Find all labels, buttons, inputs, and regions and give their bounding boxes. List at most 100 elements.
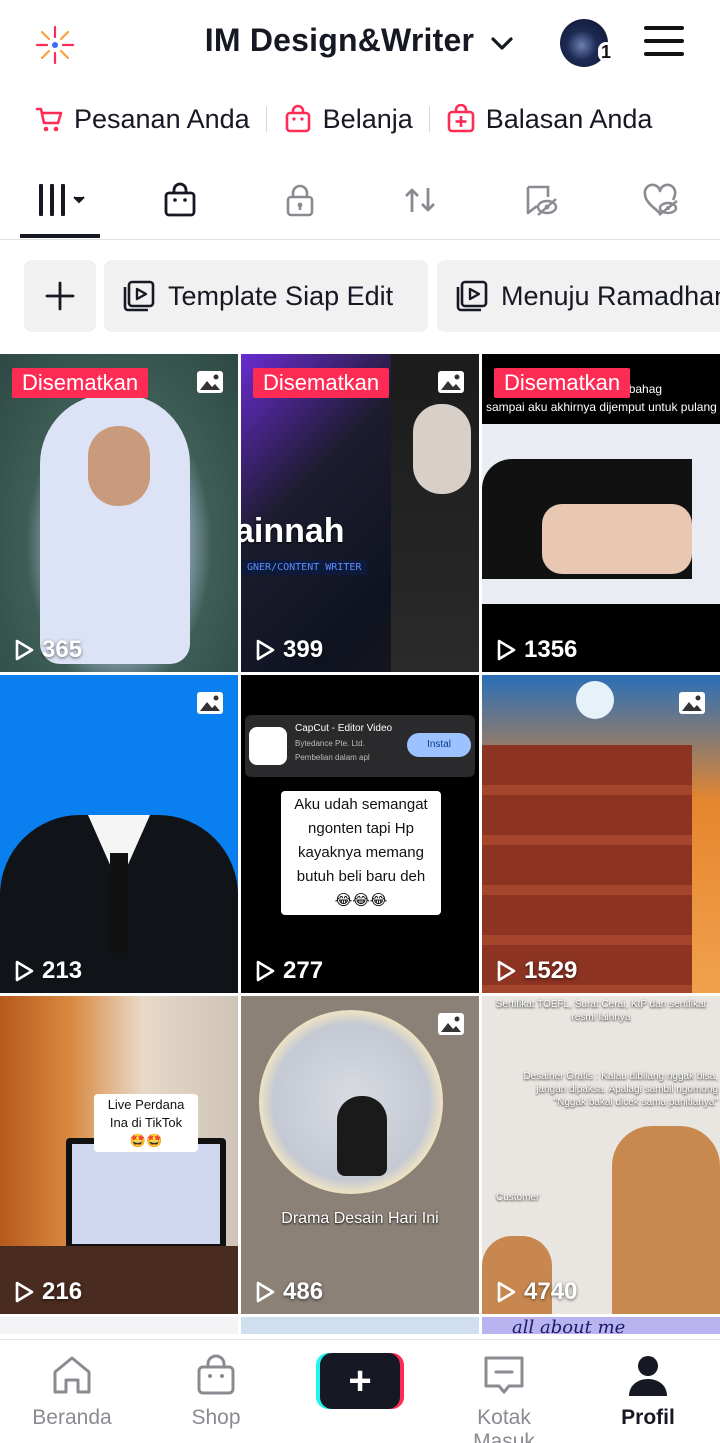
- nav-label: Beranda: [32, 1406, 112, 1429]
- play-icon: [256, 639, 275, 661]
- playlist-icon: [456, 280, 488, 312]
- shop-icon: [197, 1354, 235, 1395]
- inbox-icon: [484, 1356, 524, 1394]
- view-count: 1529: [494, 957, 577, 985]
- playlist-label: Menuju Ramadhan: [501, 280, 720, 311]
- playlist-icon: [123, 280, 155, 312]
- play-icon: [497, 1281, 516, 1303]
- view-count: 213: [12, 957, 82, 985]
- video-thumbnail[interactable]: Disematkan 365: [0, 354, 238, 672]
- quick-links-bar: Pesanan Anda Belanja Balasan Anda: [0, 96, 720, 142]
- thumbnail-moon: [576, 681, 614, 719]
- account-name: IM Design&Writer: [204, 22, 475, 58]
- video-thumbnail[interactable]: Sertifikat TOEFL, Surat Cerai, KtP dan s…: [482, 996, 720, 1314]
- chevron-down-icon: [491, 36, 513, 50]
- photo-icon: [679, 692, 705, 714]
- add-playlist-button[interactable]: [24, 260, 96, 332]
- play-icon: [256, 1281, 275, 1303]
- video-thumbnail[interactable]: [0, 1317, 238, 1334]
- video-grid: Disematkan 365 ainnah GNER/CONTENT WRITE…: [0, 354, 720, 1334]
- nav-label: Profil: [621, 1406, 675, 1429]
- video-thumbnail[interactable]: berakhir bahag sampai aku akhirnya dijem…: [482, 354, 720, 672]
- thumbnail-caption: Drama Desain Hari Ini: [281, 1210, 439, 1227]
- photo-icon: [438, 1013, 464, 1035]
- playlist-label: Template Siap Edit: [168, 280, 394, 311]
- nav-home[interactable]: Beranda: [12, 1352, 132, 1430]
- hamburger-menu-icon[interactable]: [644, 26, 684, 60]
- app-developer: Bytedance Pte. Ltd.: [295, 739, 365, 748]
- home-icon: [53, 1356, 91, 1394]
- divider: [265, 106, 267, 132]
- playlist-chips: Template Siap Edit Menuju Ramadhan: [0, 260, 720, 332]
- tab-private[interactable]: [270, 180, 330, 220]
- view-count: 486: [253, 1278, 323, 1306]
- view-count: 399: [253, 636, 323, 664]
- thumbnail-subtitle: GNER/CONTENT WRITER: [241, 560, 368, 575]
- create-button[interactable]: +: [316, 1353, 404, 1409]
- thumbnail-title: ainnah: [241, 512, 345, 550]
- shopping-bag-icon: [285, 104, 310, 133]
- thumbnail-caption: sampai aku akhirnya dijemput untuk pulan…: [486, 400, 717, 414]
- thumbnail-caption: Customer: [496, 1192, 540, 1203]
- play-icon: [15, 960, 34, 982]
- quick-link-label: Pesanan Anda: [74, 103, 250, 134]
- playlist-chip[interactable]: Template Siap Edit: [104, 260, 428, 332]
- video-thumbnail[interactable]: all about me: [482, 1317, 720, 1334]
- notification-count-badge: 1: [598, 42, 615, 62]
- tab-shop[interactable]: [150, 180, 210, 220]
- thumbnail-tie: [110, 853, 128, 953]
- liked-icon: [643, 183, 678, 216]
- thumbnail-caption: Aku udah semangat ngonten tapi Hp kayakn…: [281, 791, 441, 915]
- video-thumbnail[interactable]: Drama Desain Hari Ini 486: [241, 996, 479, 1314]
- profile-icon: [629, 1356, 667, 1396]
- install-button: Instal: [407, 733, 471, 757]
- nav-inbox[interactable]: Kotak Masuk: [444, 1352, 564, 1443]
- add-reply-icon: [447, 104, 475, 133]
- playlist-chip[interactable]: Menuju Ramadhan: [437, 260, 720, 332]
- pinned-badge: Disematkan: [12, 368, 149, 398]
- video-thumbnail[interactable]: [241, 1317, 479, 1334]
- nav-label: Kotak Masuk: [473, 1406, 535, 1443]
- lock-icon: [286, 184, 314, 217]
- photo-icon: [197, 371, 223, 393]
- view-count: 216: [12, 1278, 82, 1306]
- divider: [428, 106, 430, 132]
- view-count: 277: [253, 957, 323, 985]
- nav-profile[interactable]: Profil: [588, 1352, 708, 1430]
- quick-link-orders[interactable]: Pesanan Anda: [34, 104, 250, 135]
- top-bar: IM Design&Writer 1: [0, 0, 720, 88]
- play-icon: [256, 960, 275, 982]
- quick-link-shopping[interactable]: Belanja: [283, 104, 413, 135]
- grid-icon: [39, 184, 85, 216]
- thumbnail-caption: all about me: [512, 1317, 626, 1334]
- app-store-card: CapCut - Editor Video Bytedance Pte. Ltd…: [245, 715, 475, 777]
- tab-favorites[interactable]: [510, 180, 570, 220]
- shop-bag-icon: [164, 182, 196, 217]
- nav-label: Shop: [191, 1406, 241, 1429]
- repost-icon: [405, 188, 435, 212]
- quick-link-replies[interactable]: Balasan Anda: [446, 103, 653, 135]
- video-thumbnail[interactable]: CapCut - Editor Video Bytedance Pte. Ltd…: [241, 675, 479, 993]
- photo-icon: [197, 692, 223, 714]
- play-icon: [15, 639, 34, 661]
- bottom-nav: Beranda Shop + Kotak Masuk Profil: [0, 1339, 720, 1443]
- favorites-icon: [526, 185, 558, 216]
- pinned-badge: Disematkan: [253, 368, 390, 398]
- view-count: 4740: [494, 1278, 577, 1306]
- video-thumbnail[interactable]: 1529: [482, 675, 720, 993]
- video-thumbnail[interactable]: 213: [0, 675, 238, 993]
- tab-liked[interactable]: [630, 180, 690, 220]
- quick-link-label: Balasan Anda: [485, 103, 653, 134]
- play-icon: [15, 1281, 34, 1303]
- active-tab-indicator: [20, 234, 100, 238]
- thumbnail-caption: Desainer Grafis : Kalau dibilang nggak b…: [523, 1071, 718, 1108]
- tab-videos[interactable]: [30, 180, 90, 220]
- video-thumbnail[interactable]: ainnah GNER/CONTENT WRITER Disematkan 39…: [241, 354, 479, 672]
- nav-shop[interactable]: Shop: [156, 1352, 276, 1430]
- capcut-app-icon: [249, 727, 287, 765]
- tab-reposts[interactable]: [390, 180, 450, 220]
- thumbnail-cat: [612, 1126, 720, 1314]
- view-count: 365: [12, 636, 82, 664]
- video-thumbnail[interactable]: Live Perdana Ina di TikTok🤩🤩 216: [0, 996, 238, 1314]
- thumbnail-face: [413, 404, 471, 494]
